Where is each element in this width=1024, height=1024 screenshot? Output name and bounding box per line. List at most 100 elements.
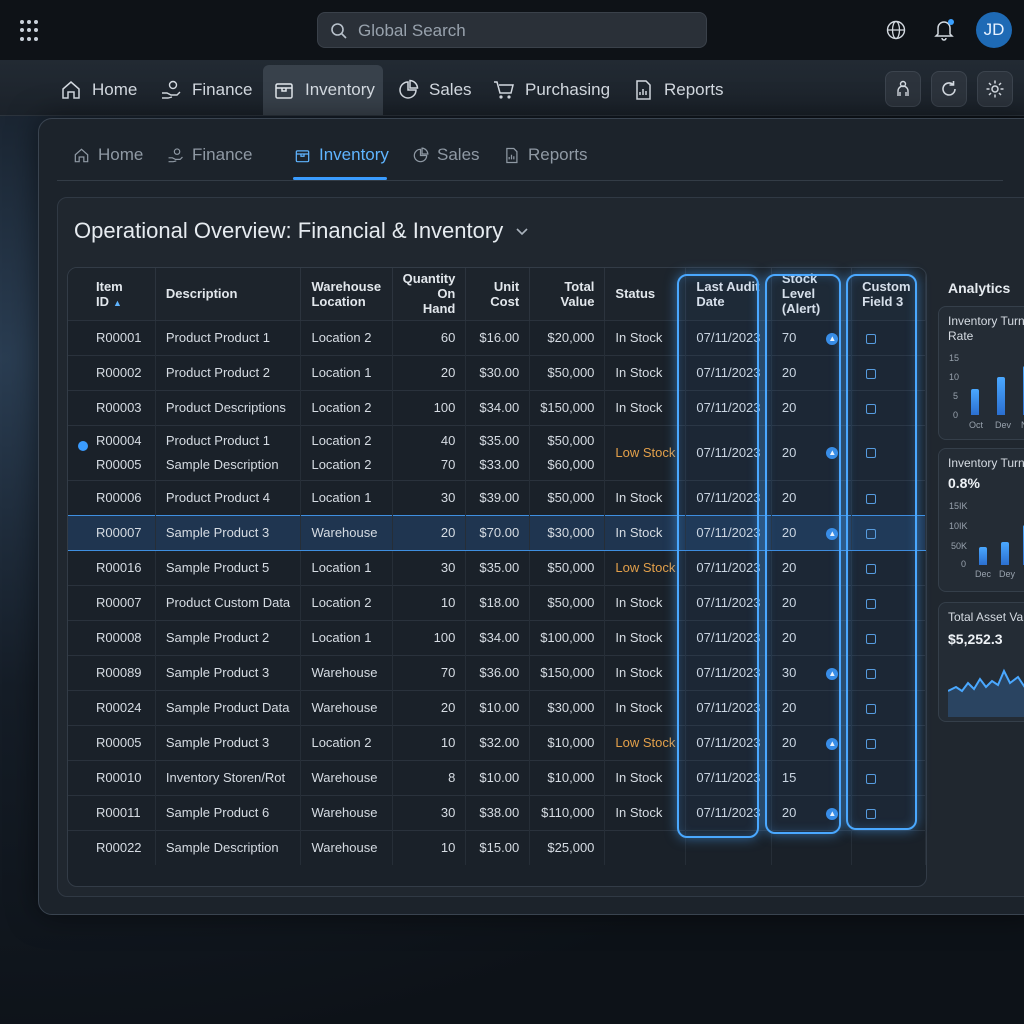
table-row[interactable]: R00006 Product Product 4 Location 1 30 $39.0… — [68, 479, 926, 515]
cell-custom-field[interactable] — [851, 479, 926, 515]
custom-field-icon[interactable] — [866, 368, 877, 379]
table-row[interactable]: R00089 Sample Product 3 Warehouse 70 $36.00 $… — [68, 654, 926, 690]
cell-warehouse: Location 2 — [300, 724, 393, 760]
avatar[interactable]: JD — [976, 12, 1012, 48]
col-header-custom-field[interactable]: Custom Field 3 — [851, 268, 926, 320]
table-row[interactable]: R00004 R00005 Product Product 1 Sample Desc… — [68, 424, 926, 480]
alert-icon[interactable]: ▲ — [826, 807, 839, 820]
custom-field-icon[interactable] — [866, 773, 877, 784]
table-row[interactable]: R00024 Sample Product Data Warehouse 20 $10.… — [68, 689, 926, 725]
cell-custom-field[interactable] — [851, 724, 926, 760]
turnover-rate-card[interactable]: Inventory Turn Rate 15 10 5 0 Oct Dev N — [938, 306, 1024, 440]
table-row[interactable]: R00011 Sample Product 6 Warehouse 30 $38.00 $… — [68, 794, 926, 830]
alert-icon[interactable]: ▲ — [826, 332, 839, 345]
subnav-sales[interactable]: Sales — [412, 145, 480, 165]
active-tab-indicator — [293, 177, 387, 180]
col-header-item-id[interactable]: Item ID ▲ — [68, 268, 156, 320]
custom-field-icon[interactable] — [866, 493, 877, 504]
cell-status: In Stock — [604, 759, 687, 795]
col-header-status[interactable]: Status — [604, 268, 687, 320]
cell-item-id: R00010 — [68, 759, 156, 795]
nav-sales[interactable]: Sales — [387, 65, 482, 115]
nav-purchasing[interactable]: Purchasing — [483, 65, 620, 115]
col-header-description[interactable]: Description — [155, 268, 302, 320]
cell-custom-field[interactable] — [851, 829, 926, 865]
col-header-unit-cost[interactable]: Unit Cost — [465, 268, 531, 320]
table-row[interactable]: R00008 Sample Product 2 Location 1 100 $34.0… — [68, 619, 926, 655]
custom-field-icon[interactable] — [866, 808, 877, 819]
nav-home[interactable]: Home — [50, 65, 147, 115]
alert-icon[interactable]: ▲ — [826, 737, 839, 750]
page-title[interactable]: Operational Overview: Financial & Invent… — [74, 218, 529, 244]
custom-field-icon[interactable] — [866, 668, 877, 679]
nav-finance[interactable]: Finance — [150, 65, 262, 115]
cell-custom-field[interactable] — [851, 689, 926, 725]
custom-field-icon[interactable] — [866, 598, 877, 609]
settings-button[interactable] — [977, 71, 1013, 107]
nav-reports[interactable]: Reports — [622, 65, 734, 115]
cell-custom-field[interactable] — [851, 389, 926, 425]
table-row[interactable]: R00003 Product Descriptions Location 2 100 $… — [68, 389, 926, 425]
cell-total-value: $50,000 — [529, 354, 606, 390]
custom-field-icon[interactable] — [866, 633, 877, 644]
cell-custom-field[interactable] — [851, 514, 926, 551]
app-launcher-icon[interactable] — [20, 20, 42, 42]
x-tick: Oct — [969, 420, 984, 430]
table-row[interactable]: R00022 Sample Description Warehouse 10 $15.0… — [68, 829, 926, 865]
inventory-table: Item ID ▲ Description Warehouse Location … — [67, 267, 927, 887]
cell-custom-field[interactable] — [851, 319, 926, 355]
table-row[interactable]: R00016 Sample Product 5 Location 1 30 $35.00… — [68, 549, 926, 585]
col-header-quantity[interactable]: Quantity On Hand — [392, 268, 467, 320]
cell-custom-field[interactable] — [851, 654, 926, 690]
custom-field-icon[interactable] — [866, 738, 877, 749]
table-row[interactable]: R00005 Sample Product 3 Location 2 10 $32.00… — [68, 724, 926, 760]
cell-custom-field[interactable] — [851, 794, 926, 830]
subnav-home[interactable]: Home — [73, 145, 143, 165]
cell-custom-field[interactable] — [851, 584, 926, 620]
col-header-total-value[interactable]: Total Value — [529, 268, 606, 320]
table-row[interactable]: R00007 Sample Product 3 Warehouse 20 $70.00 $… — [68, 514, 926, 551]
alert-icon[interactable]: ▲ — [826, 527, 839, 540]
alert-icon[interactable]: ▲ — [826, 447, 839, 460]
table-row[interactable]: R00010 Inventory Storen/Rot Warehouse 8 $10.… — [68, 759, 926, 795]
cell-custom-field[interactable] — [851, 354, 926, 390]
custom-field-icon[interactable] — [866, 703, 877, 714]
search-input[interactable] — [358, 19, 688, 43]
cell-stock-level: 20 ▲ — [771, 424, 853, 480]
sort-asc-icon[interactable]: ▲ — [113, 298, 122, 308]
chevron-down-icon[interactable] — [515, 226, 529, 236]
cell-custom-field[interactable] — [851, 549, 926, 585]
row-selection-dot[interactable] — [78, 441, 88, 451]
globe-icon[interactable] — [886, 20, 906, 40]
table-row[interactable]: R00001 Product Product 1 Location 2 60 $16.0… — [68, 319, 926, 355]
nav-inventory[interactable]: Inventory — [263, 65, 383, 115]
subnav-finance[interactable]: Finance — [167, 145, 252, 165]
cell-warehouse: Location 2 — [300, 319, 393, 355]
cell-status: In Stock — [604, 654, 687, 690]
custom-field-icon[interactable] — [866, 528, 877, 539]
global-search[interactable] — [317, 12, 707, 48]
custom-field-icon[interactable] — [866, 448, 877, 459]
col-header-last-audit[interactable]: Last Audit Date — [685, 268, 772, 320]
custom-field-icon[interactable] — [866, 403, 877, 414]
cell-custom-field[interactable] — [851, 759, 926, 795]
cell-custom-field[interactable] — [851, 424, 926, 480]
turnover-card[interactable]: Inventory Turn 0.8% 15IK 10IK 50K 0 Dec … — [938, 448, 1024, 592]
subnav-inventory[interactable]: Inventory — [294, 145, 389, 165]
custom-field-icon[interactable] — [866, 333, 877, 344]
col-header-warehouse[interactable]: Warehouse Location — [300, 268, 393, 320]
cell-custom-field[interactable] — [851, 619, 926, 655]
cell-warehouse: Warehouse — [300, 689, 393, 725]
cell-warehouse: Location 1 — [300, 354, 393, 390]
refresh-button[interactable] — [931, 71, 967, 107]
alert-icon[interactable]: ▲ — [826, 667, 839, 680]
cell-warehouse: Location 1 — [300, 619, 393, 655]
total-asset-card[interactable]: Total Asset Va $5,252.3 — [938, 602, 1024, 722]
user-profile-button[interactable] — [885, 71, 921, 107]
cell-quantity: 10 — [392, 584, 467, 620]
table-row[interactable]: R00002 Product Product 2 Location 1 20 $30.0… — [68, 354, 926, 390]
custom-field-icon[interactable] — [866, 563, 877, 574]
col-header-stock-level[interactable]: Stock Level (Alert) — [771, 268, 853, 320]
table-row[interactable]: R00007 Product Custom Data Location 2 10 $18… — [68, 584, 926, 620]
subnav-reports[interactable]: Reports — [503, 145, 588, 165]
